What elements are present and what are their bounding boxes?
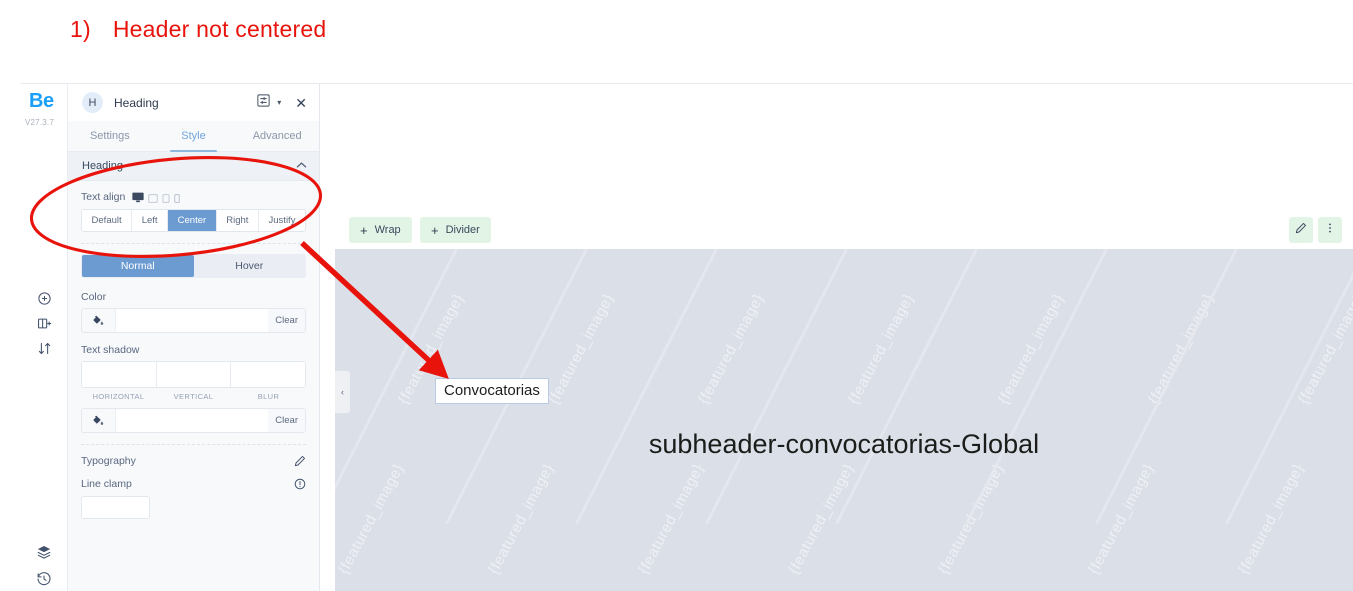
typography-row[interactable]: Typography: [81, 455, 306, 467]
tablet-icon[interactable]: [148, 193, 159, 203]
add-element-icon[interactable]: [20, 291, 68, 307]
desktop-icon[interactable]: [132, 192, 144, 203]
shadow-horizontal-input[interactable]: [82, 362, 157, 387]
section-title: Heading: [82, 160, 123, 172]
more-vertical-icon: [1324, 221, 1336, 239]
mobile-icon[interactable]: [174, 193, 181, 203]
section-divider: [81, 243, 306, 244]
watermark-text: {featured_image}: [1295, 291, 1353, 407]
version-label: V27.3.7: [25, 118, 54, 127]
text-align-option-center[interactable]: Center: [168, 210, 217, 231]
add-divider-label: Divider: [445, 224, 480, 236]
text-shadow-captions: HORIZONTAL VERTICAL BLUR: [81, 392, 306, 401]
brand-logo: Be: [29, 90, 54, 112]
widget-name-label: Heading: [114, 95, 159, 110]
text-align-label: Text align: [81, 191, 126, 203]
layers-icon[interactable]: [20, 544, 68, 560]
annotation-title: 1) Header not centered: [70, 16, 326, 43]
widget-settings-panel: H Heading ▾ ✕ Settings Style Advanced He…: [68, 84, 320, 591]
panel-body: Text align Default Left Center Right Jus…: [68, 181, 319, 519]
panel-preset-button[interactable]: ▾: [256, 93, 281, 113]
text-shadow-color-field: Clear: [81, 408, 306, 433]
shadow-vertical-input[interactable]: [156, 362, 232, 387]
info-icon[interactable]: [294, 478, 306, 490]
panel-collapse-handle[interactable]: ‹: [335, 371, 350, 413]
text-shadow-color-input[interactable]: [116, 409, 269, 432]
watermark-text: {featured_image}: [335, 461, 408, 577]
add-divider-button[interactable]: + Divider: [420, 217, 491, 243]
watermark-text: {featured_image}: [785, 461, 858, 577]
add-wrap-label: Wrap: [374, 224, 401, 236]
text-align-row: Text align: [81, 191, 306, 203]
color-picker-icon[interactable]: [82, 409, 116, 432]
panel-tabs: Settings Style Advanced: [68, 121, 319, 152]
pencil-icon[interactable]: [294, 455, 306, 467]
close-icon[interactable]: ✕: [295, 96, 307, 110]
color-field: Clear: [81, 308, 306, 333]
watermark-layer: {featured_image} {featured_image} {feature…: [335, 249, 1353, 591]
chevron-down-icon: ▾: [277, 98, 282, 107]
sliders-icon: [256, 93, 271, 113]
state-toggle-hover[interactable]: Hover: [194, 255, 306, 277]
left-icon-rail: Be V27.3.7: [20, 84, 68, 591]
watermark-text: {featured_image}: [935, 461, 1008, 577]
watermark-stripe: [965, 249, 1118, 525]
app-window: Be V27.3.7 H Heading ▾ ✕ Settings Style …: [20, 83, 1353, 591]
color-picker-icon[interactable]: [82, 309, 116, 332]
reorder-icon[interactable]: [20, 341, 68, 357]
text-align-option-justify[interactable]: Justify: [258, 210, 305, 231]
annotation-text: Header not centered: [112, 16, 327, 42]
color-clear-button[interactable]: Clear: [268, 309, 305, 332]
heading-text-element[interactable]: Convocatorias: [435, 378, 549, 404]
edit-button[interactable]: [1289, 217, 1313, 243]
panel-header: H Heading ▾ ✕: [68, 84, 319, 121]
state-toggle: Normal Hover: [81, 254, 306, 278]
line-clamp-label: Line clamp: [81, 478, 132, 490]
text-shadow-label: Text shadow: [81, 344, 140, 356]
section-header-heading[interactable]: Heading: [68, 152, 319, 181]
tab-style[interactable]: Style: [152, 121, 236, 152]
watermark-text: {featured_image}: [635, 461, 708, 577]
line-clamp-row: Line clamp: [81, 478, 306, 490]
section-divider-2: [81, 444, 306, 445]
shadow-blur-input[interactable]: [231, 362, 305, 387]
device-breakpoint-icons: [132, 192, 181, 203]
plus-icon: +: [431, 222, 439, 238]
tab-advanced[interactable]: Advanced: [235, 121, 319, 151]
text-shadow-inputs: [81, 361, 306, 388]
caption-blur: BLUR: [257, 392, 280, 401]
caption-vertical: VERTICAL: [173, 392, 214, 401]
watermark-text: {featured_image}: [1235, 461, 1308, 577]
watermark-stripe: [1095, 249, 1248, 525]
tab-settings[interactable]: Settings: [68, 121, 152, 151]
canvas-stage: {featured_image} {featured_image} {feature…: [335, 249, 1353, 591]
color-value-input[interactable]: [116, 309, 269, 332]
text-align-option-right[interactable]: Right: [216, 210, 259, 231]
line-clamp-input[interactable]: [81, 496, 150, 519]
watermark-text: {featured_image}: [485, 461, 558, 577]
pencil-icon: [1295, 221, 1307, 239]
canvas-area: + Wrap + Divider {featured_image} {featu…: [320, 84, 1353, 591]
text-align-option-default[interactable]: Default: [82, 210, 133, 231]
text-align-segmented-control: Default Left Center Right Justify: [81, 209, 306, 232]
typography-label: Typography: [81, 455, 136, 467]
state-toggle-normal[interactable]: Normal: [82, 255, 194, 277]
history-icon[interactable]: [20, 571, 68, 587]
widget-type-badge: H: [82, 92, 103, 113]
subheader-text-element[interactable]: subheader-convocatorias-Global: [335, 429, 1353, 460]
color-label: Color: [81, 291, 107, 303]
annotation-number: 1): [70, 16, 91, 42]
text-align-option-left[interactable]: Left: [132, 210, 169, 231]
canvas-toolbar: + Wrap + Divider: [320, 217, 1353, 249]
more-options-button[interactable]: [1318, 217, 1342, 243]
chevron-up-icon: [296, 161, 307, 172]
add-column-icon[interactable]: [20, 316, 68, 332]
laptop-icon[interactable]: [162, 193, 170, 203]
add-wrap-button[interactable]: + Wrap: [349, 217, 412, 243]
watermark-text: {featured_image}: [695, 291, 768, 407]
text-shadow-clear-button[interactable]: Clear: [268, 409, 305, 432]
plus-icon: +: [360, 222, 368, 238]
caption-horizontal: HORIZONTAL: [92, 392, 145, 401]
